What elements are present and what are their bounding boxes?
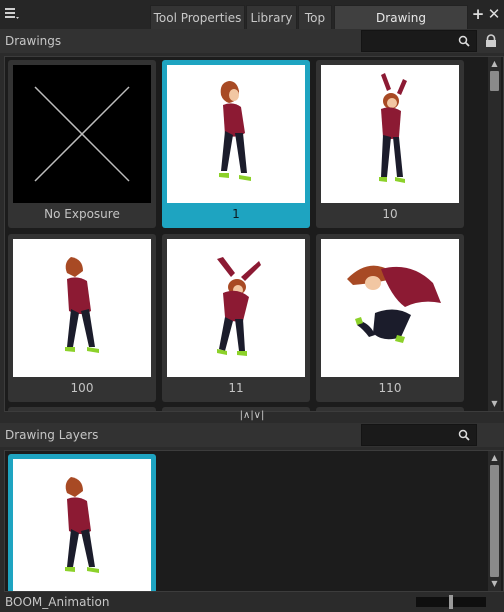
drawing-layers-panel: ▲ ▼ bbox=[4, 450, 504, 592]
drawings-header: Drawings bbox=[0, 29, 504, 53]
tab-library[interactable]: Library bbox=[246, 5, 297, 29]
no-exposure-image bbox=[13, 65, 151, 203]
drawings-grid: No Exposure 1 10 100 11 110 ▲ ▼ bbox=[4, 56, 504, 412]
drawing-thumbnail-no-exposure[interactable]: No Exposure bbox=[8, 60, 156, 228]
status-bar: BOOM_Animation bbox=[0, 592, 504, 612]
character-drawing-image bbox=[321, 65, 459, 203]
drawing-thumbnail-11[interactable]: 11 bbox=[162, 234, 310, 402]
scroll-down-icon[interactable]: ▼ bbox=[490, 399, 499, 408]
search-icon bbox=[458, 35, 470, 47]
drawing-thumbnail-100[interactable]: 100 bbox=[8, 234, 156, 402]
character-drawing-image bbox=[167, 65, 305, 203]
tab-top[interactable]: Top bbox=[298, 5, 332, 29]
drawing-thumbnail-partial[interactable] bbox=[316, 407, 464, 411]
drawings-scrollbar[interactable]: ▲ ▼ bbox=[488, 57, 501, 411]
character-drawing-image bbox=[13, 459, 151, 591]
drawing-thumbnail-110[interactable]: 110 bbox=[316, 234, 464, 402]
drawing-label: 1 bbox=[232, 207, 240, 221]
character-drawing-image bbox=[321, 239, 459, 377]
scrollbar-thumb[interactable] bbox=[490, 71, 499, 91]
scroll-up-icon[interactable]: ▲ bbox=[490, 453, 499, 462]
drawings-search-input[interactable] bbox=[361, 30, 477, 52]
search-icon bbox=[458, 429, 470, 441]
scrollbar-thumb[interactable] bbox=[490, 465, 499, 577]
thumbnail-size-slider[interactable] bbox=[416, 595, 486, 609]
tab-drawing-substitutions[interactable]: Drawing Substitutions bbox=[334, 5, 468, 49]
menu-icon[interactable] bbox=[5, 6, 19, 20]
drawing-layers-header: Drawing Layers bbox=[0, 423, 504, 447]
drawing-label: 100 bbox=[70, 381, 94, 395]
drawing-thumbnail-1[interactable]: 1 bbox=[162, 60, 310, 228]
drawings-title: Drawings bbox=[5, 34, 62, 48]
drawing-layers-search-input[interactable] bbox=[361, 424, 477, 446]
splitter-arrows-icon[interactable]: |∧|∨| bbox=[232, 410, 272, 422]
drawing-thumbnail-partial[interactable] bbox=[8, 407, 156, 411]
slider-handle[interactable] bbox=[449, 595, 453, 609]
drawing-label: 10 bbox=[382, 207, 398, 221]
drawing-layers-title: Drawing Layers bbox=[5, 428, 99, 442]
layer-thumbnail[interactable] bbox=[8, 454, 156, 591]
layer-name-label: BOOM_Animation bbox=[5, 595, 110, 609]
drawing-label: No Exposure bbox=[44, 207, 120, 221]
character-drawing-image bbox=[13, 239, 151, 377]
close-tab-icon[interactable]: ✕ bbox=[487, 6, 501, 22]
scroll-down-icon[interactable]: ▼ bbox=[490, 579, 499, 588]
tab-bar: Tool Properties Library Top Drawing Subs… bbox=[0, 0, 504, 49]
character-drawing-image bbox=[167, 239, 305, 377]
lock-icon[interactable] bbox=[484, 34, 498, 48]
drawing-label: 110 bbox=[378, 381, 402, 395]
drawing-label: 11 bbox=[228, 381, 244, 395]
add-tab-icon[interactable]: + bbox=[471, 6, 485, 22]
scroll-up-icon[interactable]: ▲ bbox=[490, 59, 499, 68]
tab-tool-properties[interactable]: Tool Properties bbox=[150, 5, 245, 29]
drawing-thumbnail-10[interactable]: 10 bbox=[316, 60, 464, 228]
layers-scrollbar[interactable]: ▲ ▼ bbox=[488, 451, 501, 591]
